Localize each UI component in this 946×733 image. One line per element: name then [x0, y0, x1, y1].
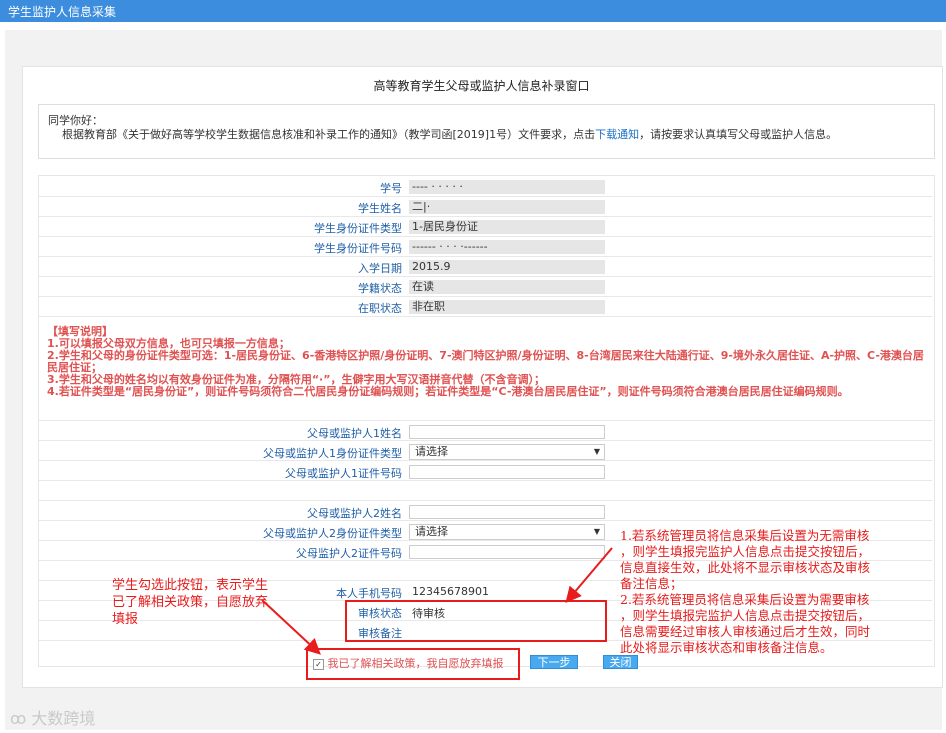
watermark-text: 大数跨境	[31, 709, 96, 728]
watermark-logo-icon: ꝏ	[10, 709, 27, 728]
arrow-to-waiver-checkbox	[261, 599, 321, 655]
watermark: ꝏ 大数跨境	[10, 705, 95, 729]
arrow-to-review-box	[565, 547, 613, 604]
annotation-arrows	[261, 547, 613, 655]
